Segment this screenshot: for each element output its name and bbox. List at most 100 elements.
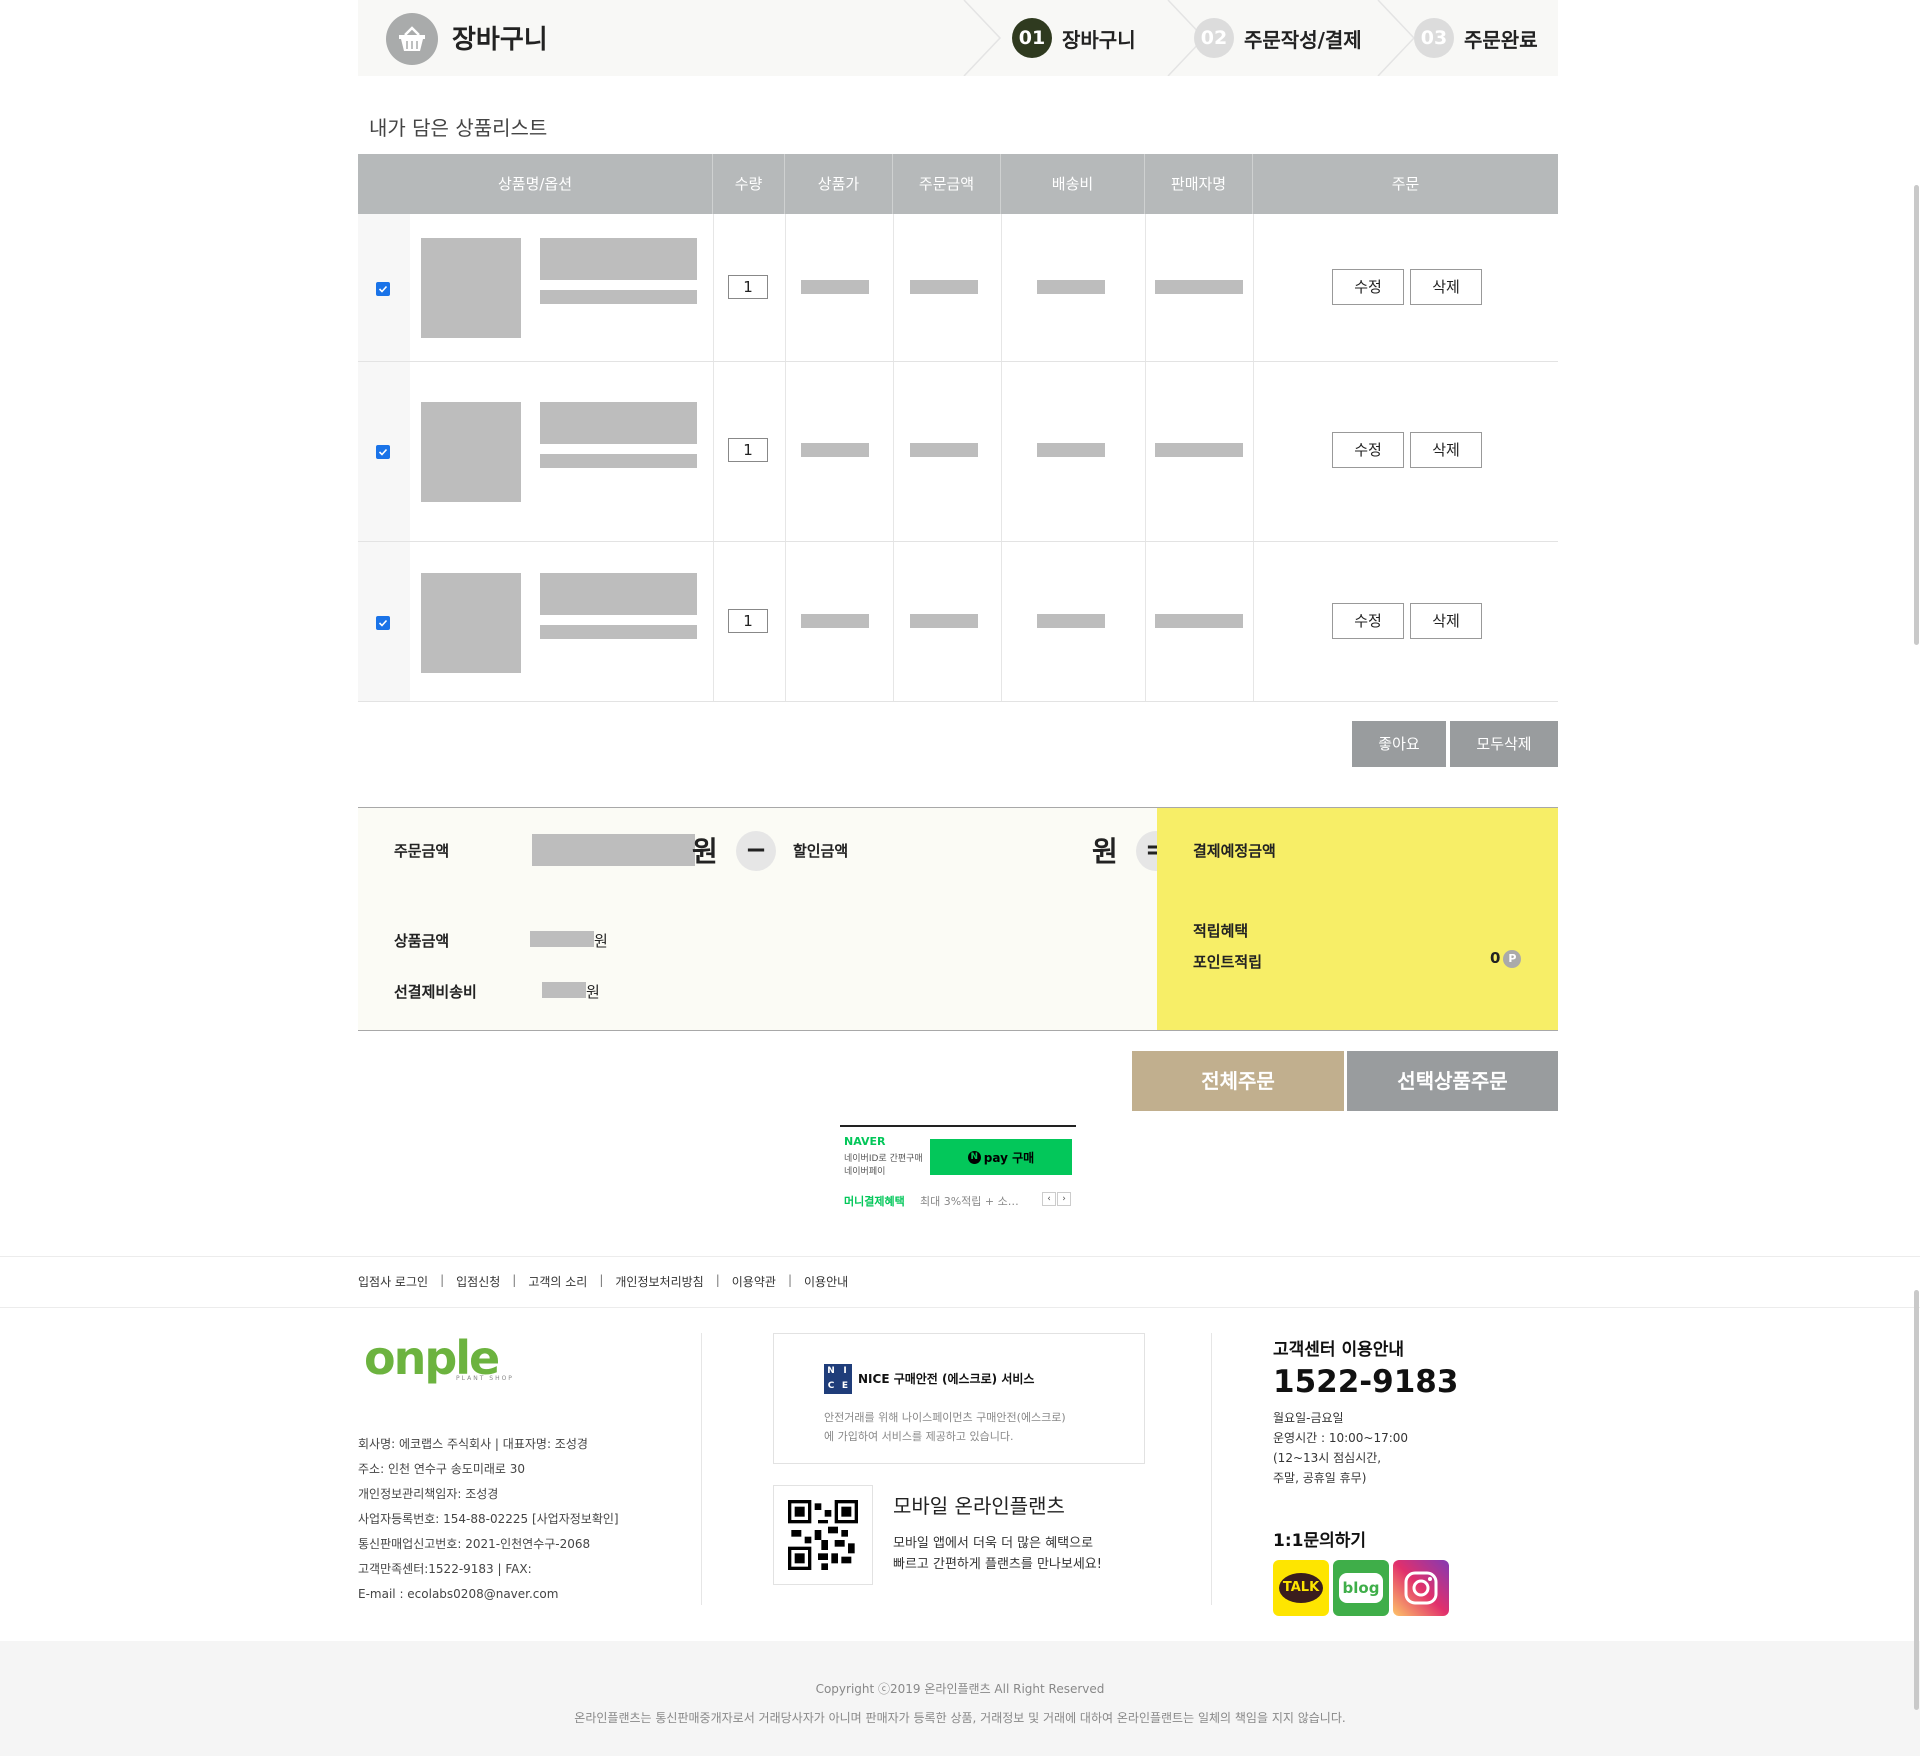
seller-placeholder xyxy=(1155,443,1243,457)
payment-panel: 결제예정금액 적립혜택 포인트적립 0P xyxy=(1157,808,1558,1030)
cs-title: 고객센터 이용안내 xyxy=(1273,1340,1405,1360)
disclaimer: 온라인플랜츠는 통신판매중개자로서 거래당사자가 아니며 판매자가 등록한 상품… xyxy=(574,1711,1346,1725)
discount-label: 할인금액 xyxy=(793,842,849,860)
naver-brand: NAVER xyxy=(844,1135,886,1148)
order-summary: 주문금액 원 − 할인금액 원 = 상품금액 원 선결제비송비 원 결제예정금액… xyxy=(358,807,1558,1031)
product-name-placeholder[interactable] xyxy=(540,238,697,280)
order-amount-unit: 원 xyxy=(692,835,718,868)
col-price: 상품가 xyxy=(785,154,893,214)
order-amount-placeholder xyxy=(910,443,978,457)
list-title: 내가 담은 상품리스트 xyxy=(369,116,548,140)
cart-table-header: 상품명/옵션 수량 상품가 주문금액 배송비 판매자명 주문 xyxy=(358,154,1558,214)
delete-all-button[interactable]: 모두삭제 xyxy=(1450,721,1558,767)
step-header: 장바구니 01 장바구니 02 주문작성/결제 03 주문완료 xyxy=(358,0,1558,76)
product-amount-label: 상품금액 xyxy=(394,932,450,950)
product-name-placeholder[interactable] xyxy=(540,402,697,444)
cs-phone[interactable]: 1522-9183 xyxy=(1273,1364,1458,1400)
delete-button[interactable]: 삭제 xyxy=(1410,269,1482,305)
step-cart: 01 장바구니 xyxy=(1012,0,1136,76)
row-checkbox[interactable] xyxy=(376,282,390,296)
onple-logo[interactable]: onple PLANT SHOP xyxy=(364,1335,514,1382)
product-name-placeholder[interactable] xyxy=(540,573,697,615)
price-placeholder xyxy=(801,614,869,628)
prepaid-shipping-placeholder xyxy=(542,982,586,998)
col-qty: 수량 xyxy=(713,154,785,214)
step-complete: 03 주문완료 xyxy=(1414,0,1538,76)
instagram-icon[interactable] xyxy=(1393,1560,1449,1616)
order-amount-placeholder xyxy=(910,280,978,294)
seller-placeholder xyxy=(1155,614,1243,628)
row-checkbox[interactable] xyxy=(376,445,390,459)
step-separator-icon xyxy=(1377,0,1416,76)
order-amount-label: 주문금액 xyxy=(394,842,450,860)
price-placeholder xyxy=(801,443,869,457)
quantity-input[interactable]: 1 xyxy=(728,275,768,299)
prev-arrow-icon[interactable]: ‹ xyxy=(1042,1192,1056,1206)
mobile-desc: 모바일 앱에서 더욱 더 많은 혜택으로 빠르고 간편하게 플랜츠를 만나보세요… xyxy=(893,1536,1102,1572)
naver-pay-button[interactable]: N pay 구매 xyxy=(930,1139,1072,1175)
page-title: 장바구니 xyxy=(452,25,548,55)
row-checkbox[interactable] xyxy=(376,616,390,630)
edit-button[interactable]: 수정 xyxy=(1332,603,1404,639)
delete-button[interactable]: 삭제 xyxy=(1410,603,1482,639)
minus-icon: − xyxy=(736,831,776,871)
footer-link-partner-apply[interactable]: 입점신청 xyxy=(456,1273,500,1290)
col-seller: 판매자명 xyxy=(1145,154,1253,214)
table-row: 1 수정 삭제 xyxy=(358,214,1558,362)
naver-pay-widget: NAVER 네이버ID로 간편구매 네이버페이 N pay 구매 머니결제혜택 … xyxy=(840,1125,1076,1215)
next-arrow-icon[interactable]: › xyxy=(1057,1192,1071,1206)
blog-icon[interactable]: blog xyxy=(1333,1560,1389,1616)
company-info: 회사명: 에코랩스 주식회사 | 대표자명: 조성경 주소: 인천 연수구 송도… xyxy=(358,1437,619,1601)
copyright: Copyright ⓒ2019 온라인플랜츠 All Right Reserve… xyxy=(815,1682,1105,1696)
product-thumbnail[interactable] xyxy=(421,238,521,338)
col-product: 상품명/옵션 xyxy=(358,154,713,214)
delete-button[interactable]: 삭제 xyxy=(1410,432,1482,468)
table-row: 1 수정 삭제 xyxy=(358,542,1558,702)
cs-hours: 월요일-금요일 운영시간 : 10:00~17:00 (12~13시 점심시간,… xyxy=(1273,1411,1409,1485)
edit-button[interactable]: 수정 xyxy=(1332,432,1404,468)
qr-code xyxy=(773,1485,873,1585)
edit-button[interactable]: 수정 xyxy=(1332,269,1404,305)
quantity-input[interactable]: 1 xyxy=(728,438,768,462)
product-option-placeholder xyxy=(540,290,697,304)
prepaid-shipping-unit: 원 xyxy=(586,983,600,1001)
inquiry-title: 1:1문의하기 xyxy=(1273,1531,1367,1551)
kakaotalk-icon[interactable]: TALK xyxy=(1273,1560,1329,1616)
order-all-button[interactable]: 전체주문 xyxy=(1132,1051,1344,1111)
point-value: 0P xyxy=(1490,949,1522,968)
footer-link-guide[interactable]: 이용안내 xyxy=(804,1273,848,1290)
cart-table-body: 1 수정 삭제 1 수정 삭제 1 수정 삭제 xyxy=(358,214,1558,702)
footer-link-voice[interactable]: 고객의 소리 xyxy=(528,1273,587,1290)
product-amount-placeholder xyxy=(530,931,594,947)
discount-unit: 원 xyxy=(1092,835,1118,868)
prepaid-shipping-label: 선결제비송비 xyxy=(394,983,477,1001)
footer-link-terms[interactable]: 이용약관 xyxy=(732,1273,776,1290)
point-badge-icon: P xyxy=(1503,949,1522,968)
like-button[interactable]: 좋아요 xyxy=(1352,721,1446,767)
nice-logo-icon: NICE xyxy=(824,1364,852,1394)
shipping-placeholder xyxy=(1037,614,1105,628)
product-thumbnail[interactable] xyxy=(421,402,521,502)
nice-escrow-box[interactable]: NICE NICE 구매안전 (에스크로) 서비스 안전거래를 위해 나이스페이… xyxy=(773,1333,1145,1464)
seller-placeholder xyxy=(1155,280,1243,294)
shipping-placeholder xyxy=(1037,443,1105,457)
footer-link-partner-login[interactable]: 입점사 로그인 xyxy=(358,1273,428,1290)
product-option-placeholder xyxy=(540,454,697,468)
quantity-input[interactable]: 1 xyxy=(728,609,768,633)
order-amount-placeholder xyxy=(910,614,978,628)
price-placeholder xyxy=(801,280,869,294)
product-thumbnail[interactable] xyxy=(421,573,521,673)
naver-benefit-desc: 최대 3%적립 + 소… xyxy=(920,1195,1019,1208)
naver-n-icon: N xyxy=(967,1150,981,1164)
qr-code-icon xyxy=(788,1500,858,1570)
product-amount-unit: 원 xyxy=(594,932,608,950)
col-order: 주문 xyxy=(1391,175,1420,193)
point-label: 포인트적립 xyxy=(1193,953,1263,971)
col-order-amount: 주문금액 xyxy=(893,154,1001,214)
order-selected-button[interactable]: 선택상품주문 xyxy=(1347,1051,1558,1111)
table-row: 1 수정 삭제 xyxy=(358,362,1558,542)
col-shipping: 배송비 xyxy=(1001,154,1145,214)
footer-link-privacy[interactable]: 개인정보처리방침 xyxy=(615,1273,703,1290)
benefit-label: 적립혜택 xyxy=(1193,922,1249,940)
scrollbar[interactable] xyxy=(1912,0,1920,1756)
